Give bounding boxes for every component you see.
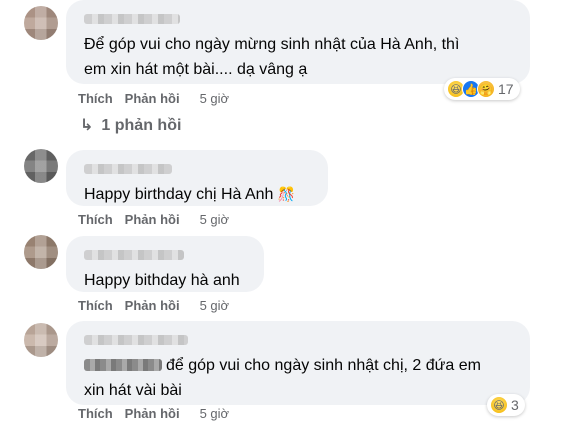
comment-text: Happy birthday chị Hà Anh 🎊: [78, 182, 316, 207]
timestamp[interactable]: 5 giờ: [200, 406, 230, 421]
commenter-name-blurred[interactable]: [84, 14, 180, 24]
haha-reaction-icon: 😆: [490, 396, 508, 414]
comment-bubble: Happy birthday chị Hà Anh 🎊: [66, 150, 328, 206]
reply-arrow-icon: ↳: [80, 117, 94, 134]
avatar[interactable]: [24, 235, 58, 269]
reaction-count: 17: [498, 81, 514, 97]
comment-bubble: Để góp vui cho ngày mừng sinh nhật của H…: [66, 0, 530, 84]
comment-bubble: Happy bithday hà anh: [66, 236, 264, 292]
avatar[interactable]: [24, 149, 58, 183]
timestamp[interactable]: 5 giờ: [200, 298, 230, 313]
view-replies-label: 1 phản hồi: [101, 117, 182, 134]
like-button[interactable]: Thích: [78, 298, 113, 313]
like-button[interactable]: Thích: [78, 406, 113, 421]
reaction-count: 3: [511, 397, 519, 413]
timestamp[interactable]: 5 giờ: [200, 91, 230, 106]
comment-bubble: để góp vui cho ngày sinh nhật chị, 2 đứa…: [66, 321, 530, 405]
reply-button[interactable]: Phản hồi: [125, 406, 180, 421]
comment-actions: Thích Phản hồi 5 giờ: [78, 91, 229, 106]
mentioned-name-blurred[interactable]: [84, 359, 162, 371]
reply-button[interactable]: Phản hồi: [125, 91, 180, 106]
commenter-name-blurred[interactable]: [84, 164, 172, 174]
reaction-summary[interactable]: 😆 👍 🤗 17: [444, 78, 520, 100]
commenter-name-blurred[interactable]: [84, 335, 188, 345]
comment-text: Để góp vui cho ngày mừng sinh nhật của H…: [84, 36, 460, 78]
like-button[interactable]: Thích: [78, 212, 113, 227]
care-reaction-icon: 🤗: [477, 80, 495, 98]
timestamp[interactable]: 5 giờ: [200, 212, 230, 227]
confetti-emoji: 🎊: [277, 186, 295, 202]
comment-actions: Thích Phản hồi 5 giờ: [78, 298, 229, 313]
comment-text: để góp vui cho ngày sinh nhật chị, 2 đứa…: [84, 357, 481, 399]
reply-button[interactable]: Phản hồi: [125, 212, 180, 227]
comment-text: Happy bithday hà anh: [84, 272, 240, 289]
comment-actions: Thích Phản hồi 5 giờ: [78, 212, 229, 227]
reaction-summary[interactable]: 😆 3: [487, 394, 525, 416]
avatar[interactable]: [24, 6, 58, 40]
like-button[interactable]: Thích: [78, 91, 113, 106]
commenter-name-blurred[interactable]: [84, 250, 184, 260]
view-replies-link[interactable]: ↳ 1 phản hồi: [80, 117, 181, 135]
comment-actions: Thích Phản hồi 5 giờ: [78, 406, 229, 421]
avatar[interactable]: [24, 323, 58, 357]
reply-button[interactable]: Phản hồi: [125, 298, 180, 313]
